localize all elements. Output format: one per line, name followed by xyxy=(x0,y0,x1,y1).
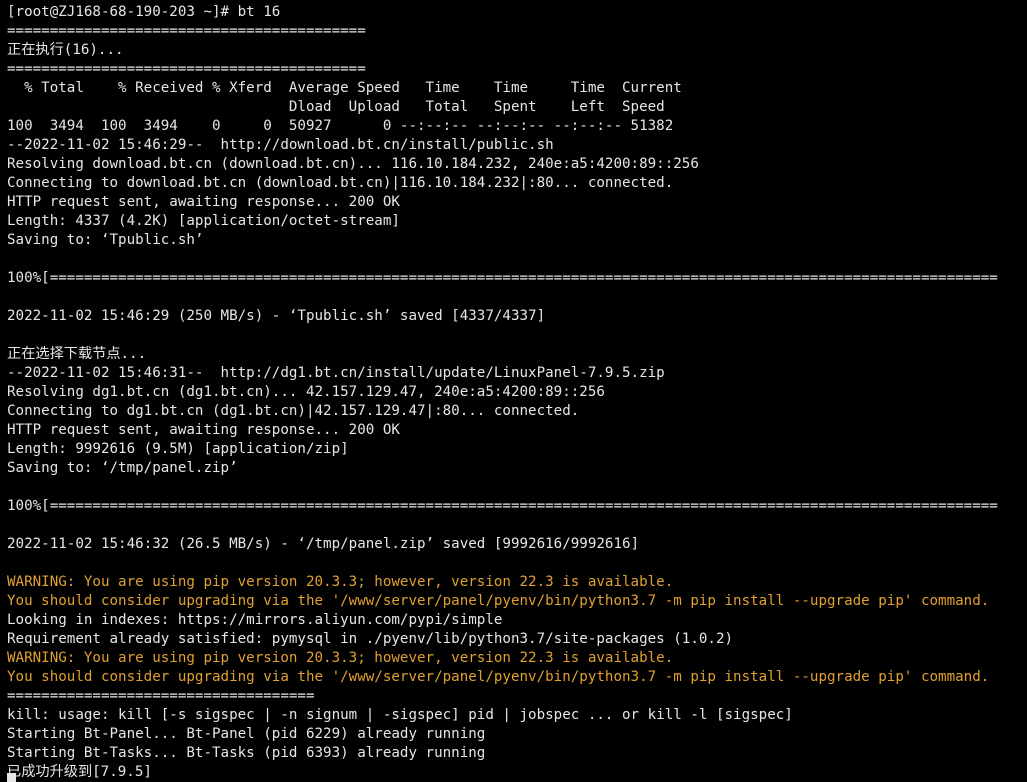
terminal-line: Connecting to dg1.bt.cn (dg1.bt.cn)|42.1… xyxy=(7,403,580,419)
terminal-line: [root@ZJ168-68-190-203 ~]# bt 16 xyxy=(7,4,281,20)
terminal-line: 2022-11-02 15:46:29 (250 MB/s) - ‘Tpubli… xyxy=(7,308,546,324)
terminal-line: Requirement already satisfied: pymysql i… xyxy=(7,631,734,647)
terminal-cursor xyxy=(7,773,16,782)
terminal-line: ========================================… xyxy=(7,61,366,77)
terminal-line: ========================================… xyxy=(7,23,366,39)
terminal-line: Starting Bt-Tasks... Bt-Tasks (pid 6393)… xyxy=(7,745,486,761)
terminal-line: Dload Upload Total Spent Left Speed xyxy=(7,99,665,115)
terminal-line: --2022-11-02 15:46:29-- http://download.… xyxy=(7,137,554,153)
terminal-line: Looking in indexes: https://mirrors.aliy… xyxy=(7,612,503,628)
terminal-line: 100%[===================================… xyxy=(7,270,998,286)
terminal-line: % Total % Received % Xferd Average Speed… xyxy=(7,80,682,96)
terminal-line: kill: usage: kill [-s sigspec | -n signu… xyxy=(7,707,793,723)
terminal-line: Length: 4337 (4.2K) [application/octet-s… xyxy=(7,213,400,229)
terminal-line: 正在执行(16)... xyxy=(7,42,124,58)
terminal-line: Length: 9992616 (9.5M) [application/zip] xyxy=(7,441,349,457)
terminal-line: HTTP request sent, awaiting response... … xyxy=(7,194,400,210)
terminal-line: --2022-11-02 15:46:31-- http://dg1.bt.cn… xyxy=(7,365,665,381)
terminal-line: Connecting to download.bt.cn (download.b… xyxy=(7,175,674,191)
terminal-line: Resolving dg1.bt.cn (dg1.bt.cn)... 42.15… xyxy=(7,384,605,400)
terminal-line: HTTP request sent, awaiting response... … xyxy=(7,422,400,438)
terminal-line: Starting Bt-Panel... Bt-Panel (pid 6229)… xyxy=(7,726,486,742)
terminal-warning-line: You should consider upgrading via the '/… xyxy=(7,593,990,609)
terminal-line: 100%[===================================… xyxy=(7,498,998,514)
terminal-line: Saving to: ‘/tmp/panel.zip’ xyxy=(7,460,238,476)
terminal-output[interactable]: [root@ZJ168-68-190-203 ~]# bt 16 ========… xyxy=(0,0,1027,782)
terminal-line: Saving to: ‘Tpublic.sh’ xyxy=(7,232,204,248)
terminal-line: Resolving download.bt.cn (download.bt.cn… xyxy=(7,156,699,172)
terminal-line: 已成功升级到[7.9.5] xyxy=(7,764,152,780)
terminal-warning-line: You should consider upgrading via the '/… xyxy=(7,669,990,685)
terminal-line: ==================================== xyxy=(7,688,315,704)
terminal-warning-line: WARNING: You are using pip version 20.3.… xyxy=(7,650,674,666)
terminal-line: 正在选择下载节点... xyxy=(7,346,147,362)
terminal-line: 100 3494 100 3494 0 0 50927 0 --:--:-- -… xyxy=(7,118,674,134)
terminal-warning-line: WARNING: You are using pip version 20.3.… xyxy=(7,574,674,590)
terminal-line: 2022-11-02 15:46:32 (26.5 MB/s) - ‘/tmp/… xyxy=(7,536,640,552)
